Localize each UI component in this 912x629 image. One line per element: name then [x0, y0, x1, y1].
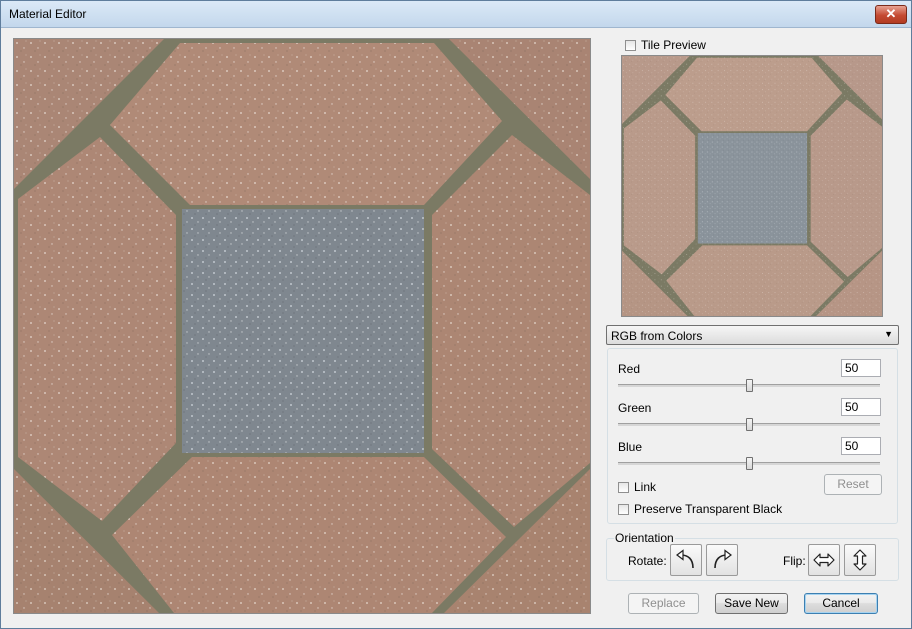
preserve-transparent-black-label: Preserve Transparent Black	[634, 502, 783, 516]
flip-horizontal-icon	[813, 553, 835, 567]
green-slider-thumb[interactable]	[746, 418, 753, 431]
blue-slider-thumb[interactable]	[746, 457, 753, 470]
green-label: Green	[618, 401, 652, 415]
chevron-down-icon: ▼	[884, 329, 893, 339]
title-bar[interactable]: Material Editor ✕	[1, 1, 911, 28]
link-checkbox-row[interactable]: Link	[618, 480, 656, 494]
mode-selected-value: RGB from Colors	[611, 329, 703, 343]
link-label: Link	[634, 480, 657, 494]
save-new-button[interactable]: Save New	[715, 593, 788, 614]
blue-value-input[interactable]: 50	[841, 437, 881, 455]
cancel-button[interactable]: Cancel	[804, 593, 878, 614]
preserve-transparent-black-checkbox[interactable]	[618, 503, 629, 515]
preserve-transparent-black-row[interactable]: Preserve Transparent Black	[618, 502, 782, 516]
red-value-input[interactable]: 50	[841, 359, 881, 377]
preview-texture	[622, 56, 882, 316]
flip-horizontal-button[interactable]	[808, 544, 840, 576]
tile-preview-image	[621, 55, 883, 317]
reset-button[interactable]: Reset	[824, 474, 882, 495]
close-button[interactable]: ✕	[875, 5, 907, 24]
window-title: Material Editor	[9, 7, 87, 21]
tile-preview-label: Tile Preview	[641, 38, 706, 52]
flip-label: Flip:	[783, 554, 806, 568]
rotate-right-icon	[714, 549, 732, 569]
orientation-group-label: Orientation	[614, 531, 675, 545]
link-checkbox[interactable]	[618, 481, 629, 493]
flip-vertical-button[interactable]	[844, 544, 876, 576]
paver-texture-image	[14, 39, 590, 613]
rotate-label: Rotate:	[628, 554, 667, 568]
texture-canvas[interactable]	[13, 38, 591, 614]
rotate-left-button[interactable]	[670, 544, 702, 576]
green-value-input[interactable]: 50	[841, 398, 881, 416]
tile-preview-checkbox[interactable]	[625, 39, 636, 51]
rotate-right-button[interactable]	[706, 544, 738, 576]
replace-button[interactable]: Replace	[628, 593, 699, 614]
tile-preview-checkbox-row[interactable]: Tile Preview	[625, 38, 706, 52]
flip-vertical-icon	[853, 549, 867, 571]
material-editor-window: Material Editor ✕ Tile Preview RGB from …	[0, 0, 912, 629]
rotate-left-icon	[676, 549, 694, 569]
red-label: Red	[618, 362, 641, 376]
red-slider-thumb[interactable]	[746, 379, 753, 392]
mode-dropdown[interactable]: RGB from Colors ▼	[606, 325, 899, 345]
blue-label: Blue	[618, 440, 643, 454]
